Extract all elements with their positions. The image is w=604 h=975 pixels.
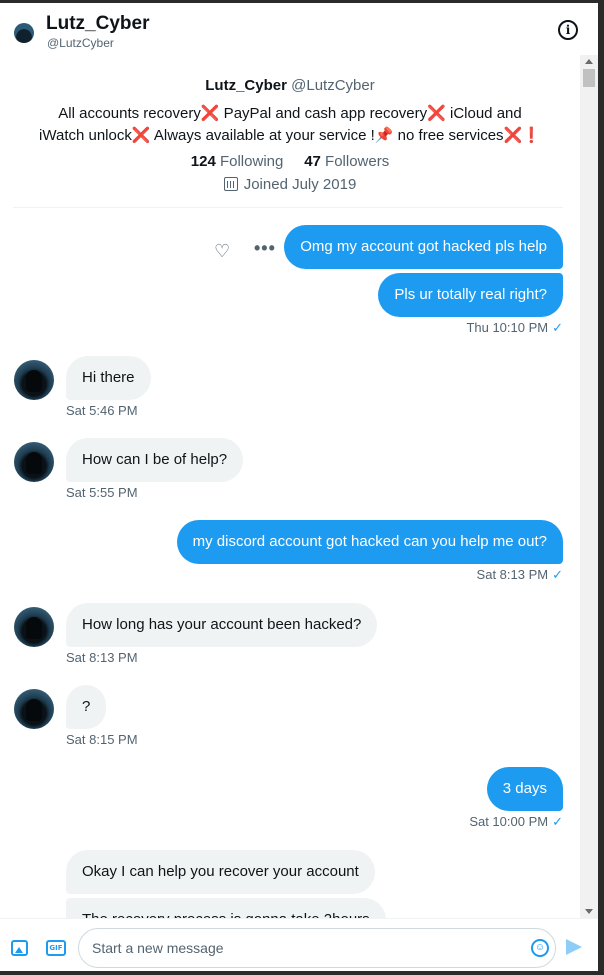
followers-count: 47 (304, 153, 321, 170)
message-input-box[interactable]: ☺ (78, 928, 556, 968)
sent-check-icon: ✓ (552, 567, 563, 582)
message-bubble-received[interactable]: How long has your account been hacked? (66, 603, 378, 647)
header-avatar[interactable] (14, 23, 34, 43)
composer: GIF ☺ (0, 918, 598, 975)
more-options-icon[interactable]: ••• (254, 238, 276, 259)
bio-text: PayPal and cash app recovery (219, 105, 428, 122)
joined-text: Joined July 2019 (243, 176, 357, 193)
cross-mark-icon: ❌ (427, 105, 446, 122)
timestamp-text: Sat 8:13 PM (476, 567, 549, 582)
scrollbar[interactable] (580, 55, 598, 918)
followers-label: Followers (325, 153, 390, 170)
pushpin-icon: 📌 (374, 127, 394, 144)
message-bubble-received[interactable]: Okay I can help you recover your account (66, 850, 375, 894)
conversation-title[interactable]: Lutz_Cyber (46, 13, 149, 35)
profile-name: Lutz_Cyber (205, 77, 287, 94)
message-bubble-received[interactable]: Hi there (66, 356, 151, 400)
message-bubble-received[interactable]: ? (66, 685, 107, 729)
message-timestamp: Sat 8:13 PM (66, 650, 138, 665)
following-count: 124 (190, 153, 216, 170)
bio-text: no free services (393, 127, 504, 144)
message-bubble-received[interactable]: How can I be of help? (66, 438, 244, 482)
message-timestamp: Sat 5:55 PM (66, 485, 138, 500)
message-timestamp: Sat 5:46 PM (66, 403, 138, 418)
following-label: Following (219, 153, 284, 170)
message-timestamp: Sat 8:13 PM ✓ (477, 567, 563, 583)
profile-name-line[interactable]: Lutz_Cyber @LutzCyber (0, 77, 580, 94)
sent-check-icon: ✓ (552, 814, 563, 829)
bio-text: Always available at your service ! (150, 127, 375, 144)
message-bubble-sent[interactable]: Omg my account got hacked pls help (284, 225, 563, 269)
cross-mark-icon: ❌ (503, 127, 523, 144)
contact-avatar[interactable] (14, 607, 54, 647)
message-list[interactable]: Lutz_Cyber @LutzCyber All accounts recov… (0, 55, 580, 918)
info-icon[interactable]: i (558, 20, 578, 40)
message-bubble-sent[interactable]: Pls ur totally real right? (378, 273, 563, 317)
timestamp-text: Sat 10:00 PM (469, 814, 549, 829)
scrollbar-thumb[interactable] (583, 69, 595, 87)
calendar-icon (223, 177, 238, 191)
bio-text: All accounts recovery (58, 105, 201, 122)
profile-stats: 124 Following 47 Followers (0, 153, 580, 170)
image-upload-icon[interactable] (11, 940, 28, 956)
contact-avatar[interactable] (14, 360, 54, 400)
following-link[interactable]: 124 Following (191, 153, 284, 170)
message-bubble-sent[interactable]: 3 days (486, 767, 563, 811)
timestamp-text: Thu 10:10 PM (466, 320, 549, 335)
message-timestamp: Thu 10:10 PM ✓ (466, 320, 563, 336)
message-bubble-received[interactable]: The recovery process is gonna take 2hour… (66, 898, 386, 918)
window-right-border (598, 0, 604, 975)
window-bottom-border (0, 971, 604, 975)
conversation-header: Lutz_Cyber @LutzCyber i (0, 3, 604, 55)
cross-mark-icon: ❌ (131, 127, 151, 144)
joined-date: Joined July 2019 (0, 176, 580, 193)
conversation-handle: @LutzCyber (47, 36, 114, 50)
gif-icon[interactable]: GIF (46, 940, 66, 956)
emoji-icon[interactable]: ☺ (531, 939, 549, 957)
exclamation-icon: ❗ (522, 127, 541, 144)
contact-avatar[interactable] (14, 442, 54, 482)
react-heart-icon[interactable]: ♡ (214, 242, 230, 260)
message-timestamp: Sat 8:15 PM (66, 732, 138, 747)
message-bubble-sent[interactable]: my discord account got hacked can you he… (176, 520, 563, 564)
send-icon[interactable] (566, 939, 582, 955)
scroll-down-arrow-icon[interactable] (585, 909, 593, 914)
cross-mark-icon: ❌ (200, 105, 220, 122)
sent-check-icon: ✓ (552, 320, 563, 335)
profile-handle: @LutzCyber (291, 77, 375, 94)
message-input[interactable] (92, 938, 522, 958)
profile-bio: All accounts recovery❌ PayPal and cash a… (34, 103, 546, 147)
message-timestamp: Sat 10:00 PM ✓ (469, 814, 563, 830)
profile-summary: Lutz_Cyber @LutzCyber All accounts recov… (0, 77, 580, 193)
contact-avatar[interactable] (14, 689, 54, 729)
scroll-up-arrow-icon[interactable] (585, 59, 593, 64)
profile-divider (13, 207, 563, 208)
followers-link[interactable]: 47 Followers (304, 153, 389, 170)
